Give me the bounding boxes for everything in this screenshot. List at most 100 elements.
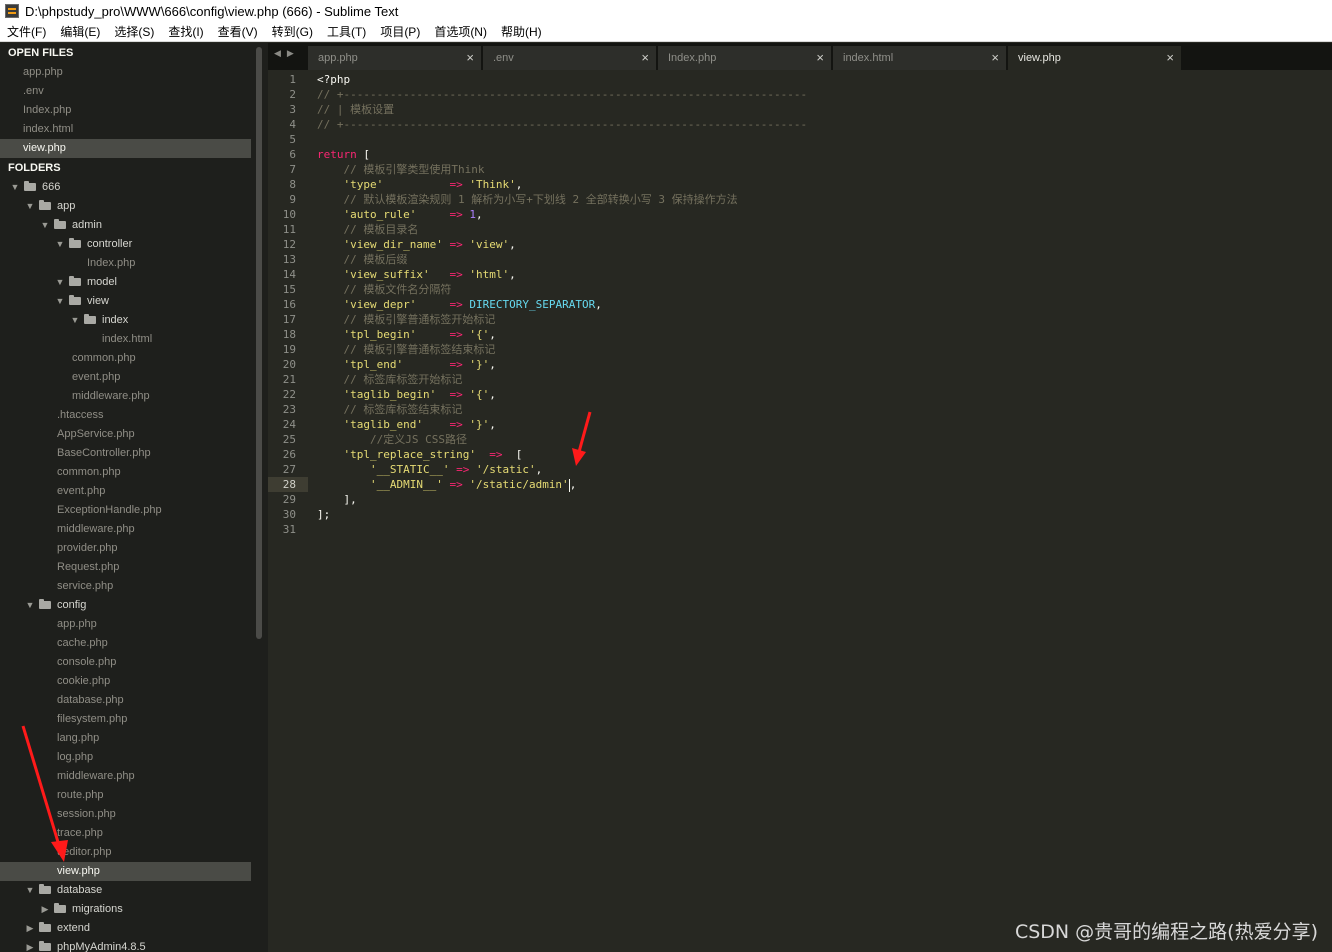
tree-file[interactable]: event.php xyxy=(0,368,251,387)
code-line[interactable]: <?php xyxy=(317,72,1317,87)
tree-folder[interactable]: ▼ index xyxy=(0,311,251,330)
close-icon[interactable]: × xyxy=(991,46,999,70)
menu-item[interactable]: 项目(P) xyxy=(373,22,427,42)
close-icon[interactable]: × xyxy=(466,46,474,70)
tree-file[interactable]: log.php xyxy=(0,748,251,767)
tab-app-php[interactable]: app.php × xyxy=(308,46,482,70)
tab-scroll-arrows-icon[interactable]: ◀▶ xyxy=(274,49,300,59)
tree-file[interactable]: event.php xyxy=(0,482,251,501)
menu-item[interactable]: 工具(T) xyxy=(320,22,373,42)
code-line[interactable]: ], xyxy=(317,492,1317,507)
tree-file[interactable]: lang.php xyxy=(0,729,251,748)
tree-file[interactable]: ueditor.php xyxy=(0,843,251,862)
code-line[interactable]: // 模板引擎普通标签开始标记 xyxy=(317,312,1317,327)
sidebar-scrollbar[interactable] xyxy=(256,47,262,639)
menu-item[interactable]: 文件(F) xyxy=(0,22,53,42)
tab-index-php[interactable]: Index.php × xyxy=(658,46,832,70)
code-line[interactable]: // +------------------------------------… xyxy=(317,87,1317,102)
code-line[interactable]: 'type' => 'Think', xyxy=(317,177,1317,192)
code-line[interactable]: // 模板引擎普通标签结束标记 xyxy=(317,342,1317,357)
tree-folder[interactable]: ▼ 666 xyxy=(0,178,251,197)
code-line[interactable]: 'tpl_begin' => '{', xyxy=(317,327,1317,342)
tree-file[interactable]: app.php xyxy=(0,615,251,634)
tree-folder[interactable]: ▼ model xyxy=(0,273,251,292)
tab--env[interactable]: .env × xyxy=(483,46,657,70)
menu-item[interactable]: 查看(V) xyxy=(211,22,265,42)
tree-folder[interactable]: ▼ database xyxy=(0,881,251,900)
code-line[interactable]: 'view_suffix' => 'html', xyxy=(317,267,1317,282)
expanded-arrow-icon[interactable]: ▼ xyxy=(40,216,50,235)
tree-file[interactable]: database.php xyxy=(0,691,251,710)
code-line[interactable]: '__ADMIN__' => '/static/admin', xyxy=(317,477,1317,492)
tree-file[interactable]: index.html xyxy=(0,330,251,349)
tree-file[interactable]: middleware.php xyxy=(0,767,251,786)
code-line[interactable]: 'tpl_replace_string' => [ xyxy=(317,447,1317,462)
tree-folder[interactable]: ▼ app xyxy=(0,197,251,216)
tab-index-html[interactable]: index.html × xyxy=(833,46,1007,70)
expanded-arrow-icon[interactable]: ▼ xyxy=(55,292,65,311)
code-line[interactable]: //定义JS CSS路径 xyxy=(317,432,1317,447)
code-line[interactable]: ]; xyxy=(317,507,1317,522)
code-line[interactable] xyxy=(317,132,1317,147)
code-line[interactable]: // 模板引擎类型使用Think xyxy=(317,162,1317,177)
tree-file[interactable]: cookie.php xyxy=(0,672,251,691)
code-line[interactable]: // 模板文件名分隔符 xyxy=(317,282,1317,297)
tree-folder[interactable]: ▶ phpMyAdmin4.8.5 xyxy=(0,938,251,952)
tab-view-php[interactable]: view.php × xyxy=(1008,46,1182,70)
tree-file[interactable]: common.php xyxy=(0,349,251,368)
expanded-arrow-icon[interactable]: ▼ xyxy=(55,273,65,292)
tree-folder[interactable]: ▶ extend xyxy=(0,919,251,938)
code-line[interactable]: '__STATIC__' => '/static', xyxy=(317,462,1317,477)
tree-file[interactable]: console.php xyxy=(0,653,251,672)
close-icon[interactable]: × xyxy=(641,46,649,70)
code-line[interactable]: // 标签库标签结束标记 xyxy=(317,402,1317,417)
collapsed-arrow-icon[interactable]: ▶ xyxy=(25,919,35,938)
code-line[interactable]: // 模板目录名 xyxy=(317,222,1317,237)
code-line[interactable]: 'auto_rule' => 1, xyxy=(317,207,1317,222)
expanded-arrow-icon[interactable]: ▼ xyxy=(55,235,65,254)
open-file-item[interactable]: .env xyxy=(0,82,251,101)
code-line[interactable]: 'tpl_end' => '}', xyxy=(317,357,1317,372)
tree-file[interactable]: cache.php xyxy=(0,634,251,653)
close-icon[interactable]: × xyxy=(816,46,824,70)
code-line[interactable]: 'taglib_begin' => '{', xyxy=(317,387,1317,402)
expanded-arrow-icon[interactable]: ▼ xyxy=(70,311,80,330)
tree-file[interactable]: view.php xyxy=(0,862,251,881)
tree-folder[interactable]: ▼ config xyxy=(0,596,251,615)
tree-file[interactable]: ExceptionHandle.php xyxy=(0,501,251,520)
menu-item[interactable]: 转到(G) xyxy=(265,22,320,42)
tree-file[interactable]: provider.php xyxy=(0,539,251,558)
tree-file[interactable]: Request.php xyxy=(0,558,251,577)
menu-item[interactable]: 帮助(H) xyxy=(494,22,549,42)
tree-folder[interactable]: ▼ view xyxy=(0,292,251,311)
tree-file[interactable]: trace.php xyxy=(0,824,251,843)
tree-file[interactable]: session.php xyxy=(0,805,251,824)
expanded-arrow-icon[interactable]: ▼ xyxy=(25,881,35,900)
menu-item[interactable]: 编辑(E) xyxy=(53,22,107,42)
code-line[interactable]: // 默认模板渲染规则 1 解析为小写+下划线 2 全部转换小写 3 保持操作方… xyxy=(317,192,1317,207)
code-line[interactable]: // 标签库标签开始标记 xyxy=(317,372,1317,387)
code-area[interactable]: <?php // +-------------------------------… xyxy=(317,72,1317,537)
menu-item[interactable]: 首选项(N) xyxy=(427,22,494,42)
tree-file[interactable]: filesystem.php xyxy=(0,710,251,729)
open-file-item[interactable]: index.html xyxy=(0,120,251,139)
code-line[interactable]: return [ xyxy=(317,147,1317,162)
close-icon[interactable]: × xyxy=(1166,46,1174,70)
code-line[interactable]: 'taglib_end' => '}', xyxy=(317,417,1317,432)
tree-file[interactable]: route.php xyxy=(0,786,251,805)
expanded-arrow-icon[interactable]: ▼ xyxy=(25,197,35,216)
menu-item[interactable]: 查找(I) xyxy=(161,22,210,42)
tree-folder[interactable]: ▶ migrations xyxy=(0,900,251,919)
code-line[interactable]: 'view_dir_name' => 'view', xyxy=(317,237,1317,252)
tree-file[interactable]: service.php xyxy=(0,577,251,596)
code-line[interactable]: 'view_depr' => DIRECTORY_SEPARATOR, xyxy=(317,297,1317,312)
tree-file[interactable]: .htaccess xyxy=(0,406,251,425)
tree-file[interactable]: BaseController.php xyxy=(0,444,251,463)
code-editor[interactable]: 1 2 3 4 5 6 7 8 9 10 11 12 13 14 15 16 17 18 19 20 21 22 23 24 2… xyxy=(268,70,1332,952)
tree-file[interactable]: Index.php xyxy=(0,254,251,273)
collapsed-arrow-icon[interactable]: ▶ xyxy=(40,900,50,919)
tree-file[interactable]: middleware.php xyxy=(0,387,251,406)
expanded-arrow-icon[interactable]: ▼ xyxy=(25,596,35,615)
open-file-item[interactable]: view.php xyxy=(0,139,251,158)
tree-file[interactable]: middleware.php xyxy=(0,520,251,539)
